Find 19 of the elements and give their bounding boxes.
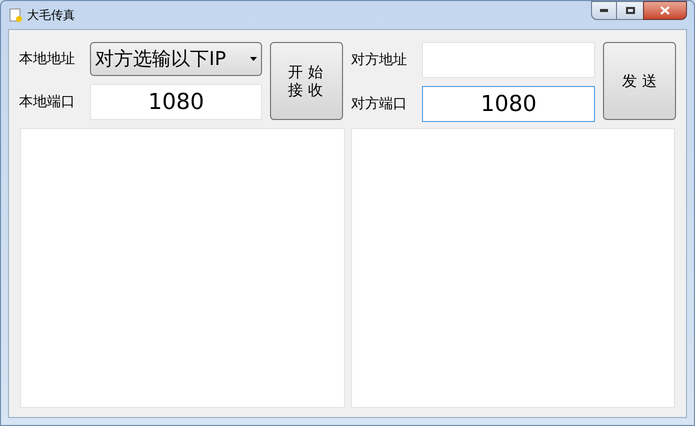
field-label: 对方地址 <box>351 50 408 70</box>
maximize-icon <box>626 7 634 14</box>
minimize-button[interactable] <box>591 1 617 20</box>
field-label: 本地端口 <box>19 92 76 112</box>
dropdown-arrow-icon <box>250 57 258 61</box>
window-title: 大毛传真 <box>27 7 75 24</box>
maximize-button[interactable] <box>617 1 643 20</box>
field-label: 对方端口 <box>351 94 408 114</box>
send-button[interactable]: 发 送 <box>603 42 676 120</box>
minimize-icon <box>600 9 608 12</box>
port-input[interactable]: 1080 <box>422 86 596 122</box>
port-input[interactable]: 1080 <box>90 84 262 120</box>
address-dropdown[interactable]: 对方选输以下IP <box>90 42 262 76</box>
close-icon <box>660 6 670 15</box>
address-input[interactable] <box>422 42 596 78</box>
field-label: 本地地址 <box>19 50 76 68</box>
close-button[interactable] <box>643 1 687 20</box>
start-receive-button[interactable]: 开 始接 收 <box>270 42 344 120</box>
app-icon <box>9 8 23 22</box>
